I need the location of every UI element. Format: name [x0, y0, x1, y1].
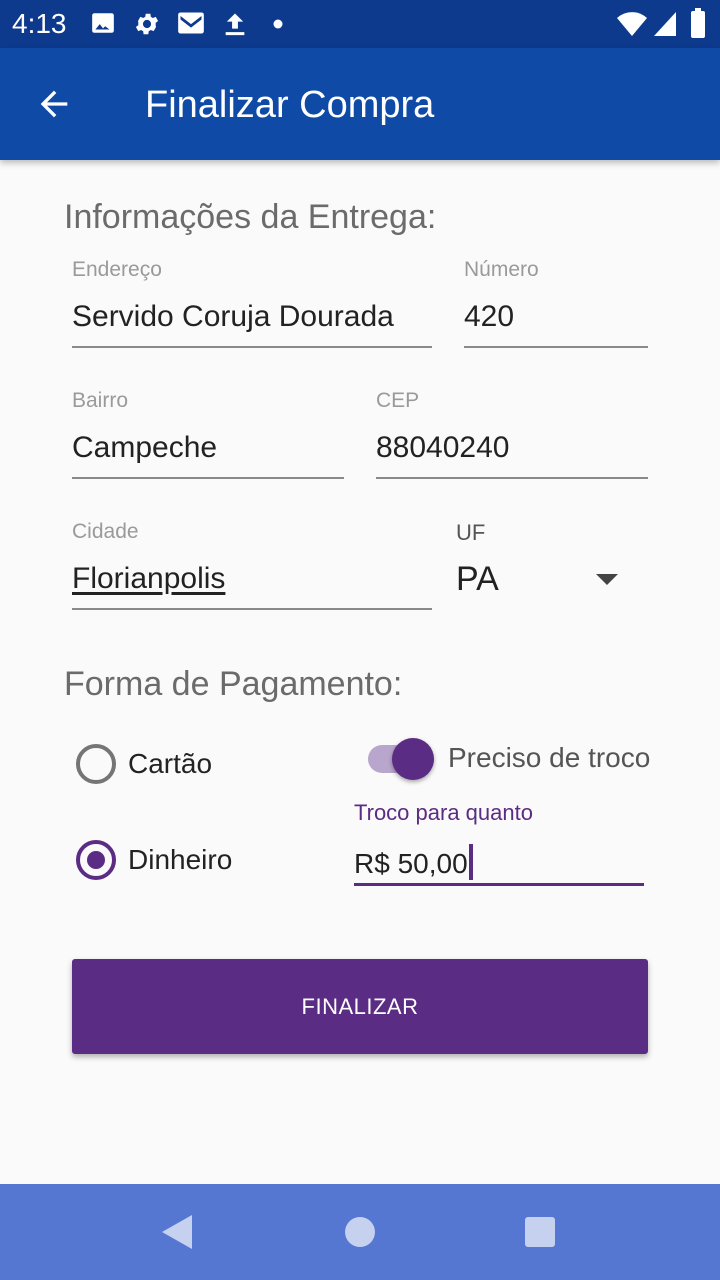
page-title: Finalizar Compra [145, 84, 435, 126]
card-radio-label[interactable]: Cartão [128, 748, 212, 780]
neighborhood-underline [72, 477, 344, 479]
gear-icon [135, 13, 159, 35]
dot-icon [273, 19, 283, 29]
change-amount-value[interactable]: R$ 50,00 [354, 848, 468, 879]
change-amount-label: Troco para quanto [354, 800, 533, 825]
uf-select[interactable]: PA [456, 560, 499, 599]
number-field[interactable]: Número 420 [464, 258, 648, 350]
number-underline [464, 346, 648, 348]
gmail-icon [178, 12, 204, 34]
nav-home-icon[interactable] [345, 1217, 375, 1247]
neighborhood-label: Bairro [72, 389, 129, 412]
nav-back-icon[interactable] [162, 1215, 192, 1249]
neighborhood-value[interactable]: Campeche [72, 431, 217, 465]
payment-section-title: Forma de Pagamento: [64, 665, 403, 703]
arrow-back-icon[interactable] [34, 84, 74, 124]
city-label: Cidade [72, 520, 139, 543]
neighborhood-field[interactable]: Bairro Campeche [72, 389, 344, 481]
change-amount-input[interactable]: R$ 50,00 [354, 844, 473, 880]
address-field[interactable]: Endereço Servido Coruja Dourada [72, 258, 432, 350]
cep-value[interactable]: 88040240 [376, 431, 509, 465]
card-radio[interactable] [76, 744, 116, 784]
finalize-button[interactable]: FINALIZAR [72, 959, 648, 1054]
uf-label: UF [456, 520, 486, 545]
nav-recents-icon[interactable] [525, 1217, 555, 1247]
cep-field[interactable]: CEP 88040240 [376, 389, 648, 481]
address-label: Endereço [72, 258, 162, 281]
change-switch-thumb[interactable] [392, 738, 434, 780]
finalize-button-label: FINALIZAR [301, 993, 419, 1019]
image-icon [92, 13, 114, 33]
cep-underline [376, 477, 648, 479]
battery-icon [691, 8, 705, 38]
upload-icon [225, 13, 245, 36]
number-label: Número [464, 258, 539, 281]
signal-icon [654, 12, 676, 36]
dropdown-arrow-icon[interactable] [596, 574, 618, 585]
city-underline [72, 608, 432, 610]
city-value[interactable]: Florianpolis [72, 562, 225, 596]
status-bar: 4:13 [0, 0, 720, 48]
address-value[interactable]: Servido Coruja Dourada [72, 300, 394, 334]
app-bar: Finalizar Compra [0, 48, 720, 160]
change-amount-underline [354, 883, 644, 886]
change-switch-label[interactable]: Preciso de troco [448, 742, 650, 774]
status-time: 4:13 [12, 8, 67, 39]
number-value[interactable]: 420 [464, 300, 514, 334]
text-cursor [468, 844, 473, 880]
cash-radio-label[interactable]: Dinheiro [128, 844, 232, 876]
delivery-section-title: Informações da Entrega: [64, 198, 437, 236]
city-field[interactable]: Cidade Florianpolis [72, 520, 432, 612]
address-underline [72, 346, 432, 348]
cep-label: CEP [376, 389, 420, 412]
wifi-icon [617, 12, 647, 37]
cash-radio[interactable] [76, 840, 116, 880]
